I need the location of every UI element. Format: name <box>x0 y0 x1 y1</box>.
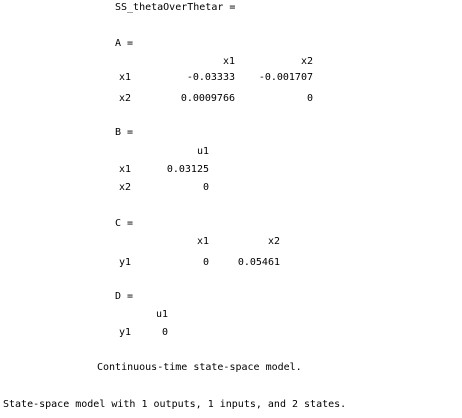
matrix-a-cell-x1-x2: -0.001707 <box>258 72 313 83</box>
matrix-a-cell-x2-x2: 0 <box>306 93 313 104</box>
matrix-a-col-x2: x2 <box>300 56 313 67</box>
matrix-a-header: A = <box>115 38 134 49</box>
matrix-c-col-x2: x2 <box>267 236 280 247</box>
matrix-b-header: B = <box>115 127 134 138</box>
matrix-b-cell-x1-u1: 0.03125 <box>166 164 209 175</box>
matrix-d-row-label-y1: y1 <box>119 327 132 338</box>
model-type-text: Continuous-time state-space model. <box>97 362 302 373</box>
variable-name: SS_thetaOverThetar = <box>115 2 236 13</box>
matrix-b-col-u1: u1 <box>196 146 209 157</box>
matrix-a-cell-x2-x1: 0.0009766 <box>180 93 235 104</box>
matrix-b-row-label-x1: x1 <box>119 164 132 175</box>
matrix-a-col-x1: x1 <box>222 56 235 67</box>
matrix-b-cell-x2-u1: 0 <box>202 182 209 193</box>
matrix-b-row-label-x2: x2 <box>119 182 132 193</box>
matrix-c-header: C = <box>115 218 134 229</box>
matrix-c-col-x1: x1 <box>196 236 209 247</box>
matrix-d-col-u1: u1 <box>155 309 168 320</box>
matrix-c-cell-y1-x2: 0.05461 <box>237 257 280 268</box>
matrix-c-cell-y1-x1: 0 <box>202 257 209 268</box>
matrix-a-row-label-x1: x1 <box>119 72 132 83</box>
model-summary-text: State-space model with 1 outputs, 1 inpu… <box>3 399 347 410</box>
matrix-a-cell-x1-x1: -0.03333 <box>186 72 235 83</box>
matrix-d-cell-y1-u1: 0 <box>161 327 168 338</box>
matrix-c-row-label-y1: y1 <box>119 257 132 268</box>
matrix-d-header: D = <box>115 291 134 302</box>
matrix-a-row-label-x2: x2 <box>119 93 132 104</box>
